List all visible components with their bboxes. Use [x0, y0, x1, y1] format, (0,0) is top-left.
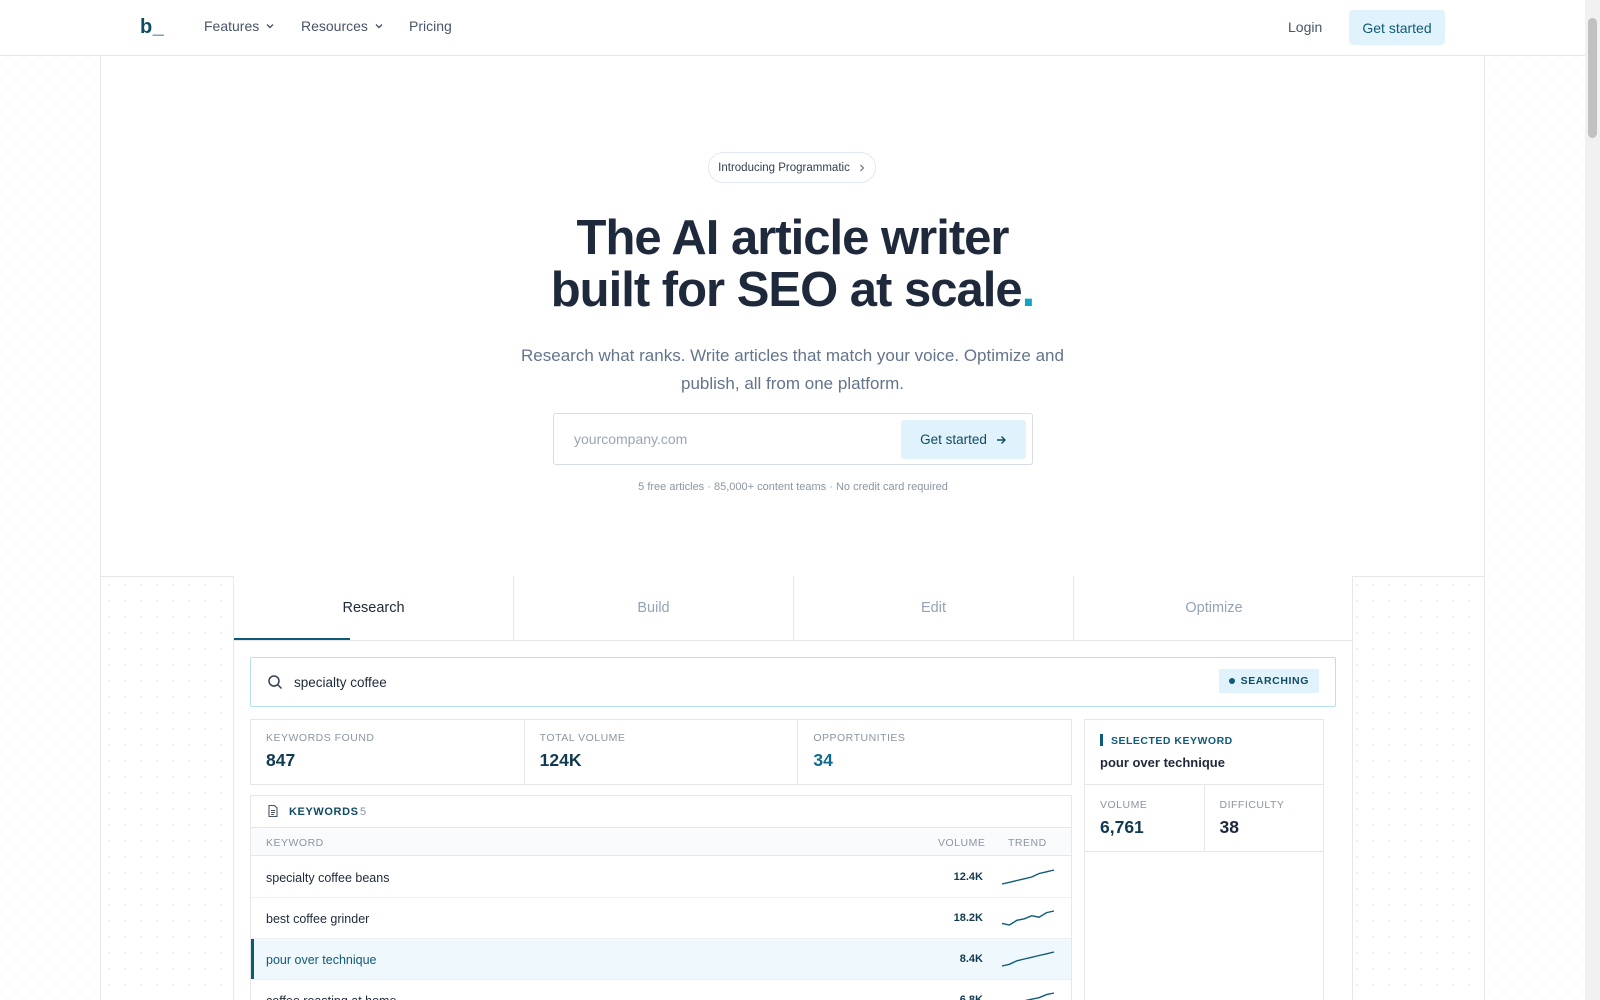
- keywords-count: 5: [360, 806, 367, 818]
- headline-line-1: The AI article writer: [576, 211, 1010, 265]
- keywords-table-header: KEYWORDS 5: [251, 796, 1071, 828]
- trend-sparkline: [1024, 992, 1055, 1000]
- trend-sparkline: [1001, 951, 1055, 967]
- keyword-cell: pour over technique: [266, 953, 377, 967]
- tab-build[interactable]: Build: [514, 576, 794, 640]
- table-row[interactable]: pour over technique 8.4K: [251, 939, 1071, 980]
- announcement-label: Introducing Programmatic: [718, 161, 850, 174]
- volume-cell: 18.2K: [953, 912, 983, 924]
- keyword-cell: best coffee grinder: [266, 912, 370, 926]
- keywords-table: KEYWORDS 5 KEYWORD VOLUME TREND specialt…: [250, 795, 1072, 1000]
- hero-get-started-label: Get started: [920, 432, 987, 447]
- stat-keywords-found: KEYWORDS FOUND 847: [251, 720, 525, 784]
- keyword-cell: specialty coffee beans: [266, 871, 390, 885]
- keyword-search: SEARCHING: [250, 657, 1336, 707]
- stat-total-volume: TOTAL VOLUME 124K: [525, 720, 799, 784]
- hero-headline: The AI article writer built for SEO at s…: [450, 212, 1135, 316]
- feature-tabs: Research Build Edit Optimize: [233, 576, 1353, 641]
- domain-input[interactable]: [574, 426, 874, 452]
- metric-value: 6,761: [1100, 817, 1144, 837]
- nav-features-label: Features: [204, 18, 260, 34]
- nav-pricing[interactable]: Pricing: [409, 18, 452, 34]
- stat-value: 34: [813, 750, 833, 770]
- stat-value: 124K: [539, 750, 582, 770]
- selected-keyword-label: SELECTED KEYWORD: [1111, 735, 1233, 747]
- headline-line-2-text: built for SEO at scale: [550, 263, 1023, 317]
- metric-label: VOLUME: [1100, 799, 1148, 811]
- trend-line: [1024, 992, 1055, 1000]
- stat-label: TOTAL VOLUME: [539, 732, 626, 744]
- status-badge: SEARCHING: [1218, 669, 1319, 693]
- nav-resources-label: Resources: [301, 18, 368, 34]
- keywords-column-headers: KEYWORD VOLUME TREND: [251, 828, 1071, 856]
- trend-line: [1001, 910, 1055, 926]
- chevron-right-icon: [859, 164, 865, 171]
- top-navbar: b_ Features Resources Pricing Login Get …: [0, 0, 1585, 56]
- selected-keyword-metrics: VOLUME 6,761 DIFFICULTY 38: [1085, 784, 1323, 852]
- trend-line: [1001, 951, 1055, 967]
- announcement-pill[interactable]: Introducing Programmatic: [708, 152, 876, 183]
- metric-volume: VOLUME 6,761: [1085, 785, 1205, 851]
- logo[interactable]: b_: [140, 16, 164, 39]
- search-icon: [268, 675, 283, 690]
- trend-line: [1001, 869, 1055, 885]
- status-dot-icon: [1228, 678, 1235, 684]
- tab-optimize[interactable]: Optimize: [1074, 576, 1354, 640]
- stat-label: OPPORTUNITIES: [813, 732, 906, 744]
- table-row[interactable]: best coffee grinder 18.2K: [251, 898, 1071, 939]
- metric-difficulty: DIFFICULTY 38: [1205, 785, 1324, 851]
- page-scrollbar[interactable]: [1585, 0, 1600, 1000]
- selected-keyword-value: pour over technique: [1100, 755, 1225, 770]
- stat-label: KEYWORDS FOUND: [266, 732, 375, 744]
- headline-dot: .: [1021, 263, 1036, 317]
- volume-cell: 12.4K: [953, 871, 983, 883]
- hero-subhead: Research what ranks. Write articles that…: [521, 346, 1064, 393]
- active-tab-indicator: [234, 638, 350, 640]
- selected-keyword-accent-bar: [1100, 734, 1103, 746]
- keywords-title: KEYWORDS: [289, 806, 359, 818]
- stats-row: KEYWORDS FOUND 847 TOTAL VOLUME 124K OPP…: [250, 719, 1072, 785]
- nav-features[interactable]: Features: [204, 18, 275, 34]
- arrow-right-icon: [996, 435, 1006, 444]
- nav-resources[interactable]: Resources: [301, 18, 384, 34]
- volume-cell: 8.4K: [959, 953, 983, 965]
- stat-opportunities: OPPORTUNITIES 34: [798, 720, 1071, 784]
- trend-sparkline: [1001, 910, 1055, 926]
- trend-sparkline: [1001, 869, 1055, 885]
- metric-label: DIFFICULTY: [1219, 799, 1285, 811]
- tab-research[interactable]: Research: [234, 576, 514, 640]
- tab-optimize-label: Optimize: [1185, 600, 1243, 616]
- document-icon: [268, 804, 278, 818]
- column-keyword: KEYWORD: [266, 837, 324, 849]
- keyword-cell: coffee roasting at home: [266, 994, 396, 1000]
- headline-line-2: built for SEO at scale.: [450, 264, 1135, 316]
- status-badge-label: SEARCHING: [1240, 675, 1309, 687]
- metric-value: 38: [1219, 817, 1239, 837]
- stat-value: 847: [266, 750, 296, 770]
- column-trend: TREND: [1008, 837, 1047, 849]
- volume-cell: 6.8K: [959, 994, 983, 1000]
- tab-edit[interactable]: Edit: [794, 576, 1074, 640]
- login-link[interactable]: Login: [1288, 19, 1322, 35]
- tab-build-label: Build: [637, 600, 670, 616]
- hero-get-started-button[interactable]: Get started: [901, 420, 1026, 459]
- keyword-search-input[interactable]: [294, 671, 994, 693]
- signup-form: Get started: [553, 413, 1033, 465]
- selected-keyword-card: SELECTED KEYWORD pour over technique VOL…: [1084, 719, 1324, 1000]
- nav-pricing-label: Pricing: [409, 18, 452, 34]
- scrollbar-thumb[interactable]: [1588, 18, 1597, 138]
- hero-fine-print: 5 free articles · 85,000+ content teams …: [638, 481, 948, 493]
- column-volume: VOLUME: [938, 837, 986, 849]
- table-row[interactable]: specialty coffee beans 12.4K: [251, 857, 1071, 898]
- table-row[interactable]: coffee roasting at home 6.8K: [251, 980, 1071, 1000]
- tab-edit-label: Edit: [921, 600, 946, 616]
- chevron-down-icon: [266, 24, 274, 29]
- nav-get-started-button[interactable]: Get started: [1349, 10, 1445, 45]
- tab-research-label: Research: [342, 600, 405, 616]
- chevron-down-icon: [375, 24, 383, 29]
